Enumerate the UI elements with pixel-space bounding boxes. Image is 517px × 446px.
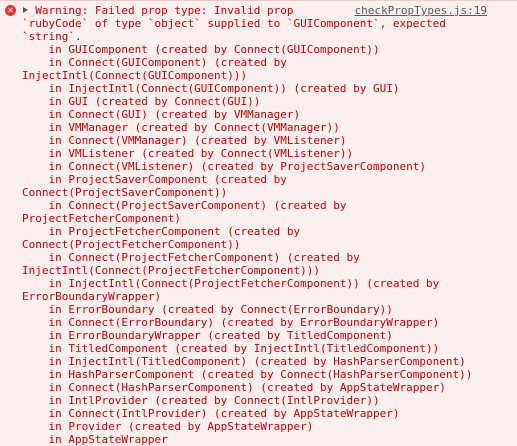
error-message-line: in Connect(VMManager) (created by VMList… [22,134,347,147]
error-message-line: in ErrorBoundaryWrapper (created by Titl… [22,329,393,342]
error-message: Warning: Failed prop type: Invalid prop … [22,4,487,446]
error-message-line: in Connect(ProjectFetcherComponent) (cre… [22,251,360,264]
error-message-line: in Connect(ErrorBoundary) (created by Er… [22,316,440,329]
error-message-headline: Warning: Failed prop type: Invalid prop [22,4,294,17]
error-message-line: ProjectFetcherComponent) [22,212,181,225]
error-message-line: in IntlProvider (created by Connect(Intl… [22,394,380,407]
error-message-line: in Connect(ProjectSaverComponent) (creat… [22,199,347,212]
error-message-line: Connect(ProjectSaverComponent)) [22,186,228,199]
error-message-line: in InjectIntl(TitledComponent) (created … [22,355,466,368]
error-message-line: in GUI (created by Connect(GUI)) [22,95,261,108]
error-icon: ✕ [5,5,16,16]
error-message-line: in InjectIntl(Connect(ProjectFetcherComp… [22,277,440,290]
error-message-line: `string`. [22,30,82,43]
error-message-line: in Connect(GUI) (created by VMManager) [22,108,301,121]
error-message-line: InjectIntl(Connect(ProjectFetcherCompone… [22,264,321,277]
error-message-line: in ErrorBoundary (created by Connect(Err… [22,303,393,316]
error-message-line: `rubyCode` of type `object` supplied to … [22,17,446,30]
error-message-line: in ProjectSaverComponent (created by [22,173,287,186]
error-message-line: in Connect(IntlProvider) (created by App… [22,407,400,420]
error-message-line: in Connect(HashParserComponent) (created… [22,381,446,394]
error-message-line: InjectIntl(Connect(GUIComponent))) [22,69,248,82]
error-message-line: in HashParserComponent (created by Conne… [22,368,473,381]
error-message-line: in Connect(VMListener) (created by Proje… [22,160,426,173]
error-message-line: in VMListener (created by Connect(VMList… [22,147,354,160]
error-message-line: ErrorBoundaryWrapper) [22,290,162,303]
error-message-line: in Provider (created by AppStateWrapper) [22,420,314,433]
error-message-line: in Connect(GUIComponent) (created by [22,56,287,69]
error-message-line: Connect(ProjectFetcherComponent)) [22,238,241,251]
error-message-line: in VMManager (created by Connect(VMManag… [22,121,340,134]
error-message-line: in AppStateWrapper [22,433,168,446]
console-error-entry: ✕ checkPropTypes.js:19 Warning: Failed p… [0,0,517,446]
error-message-line: in GUIComponent (created by Connect(GUIC… [22,43,380,56]
error-message-line: in ProjectFetcherComponent (created by [22,225,301,238]
error-message-line: in TitledComponent (created by InjectInt… [22,342,440,355]
error-message-line: in InjectIntl(Connect(GUIComponent)) (cr… [22,82,400,95]
